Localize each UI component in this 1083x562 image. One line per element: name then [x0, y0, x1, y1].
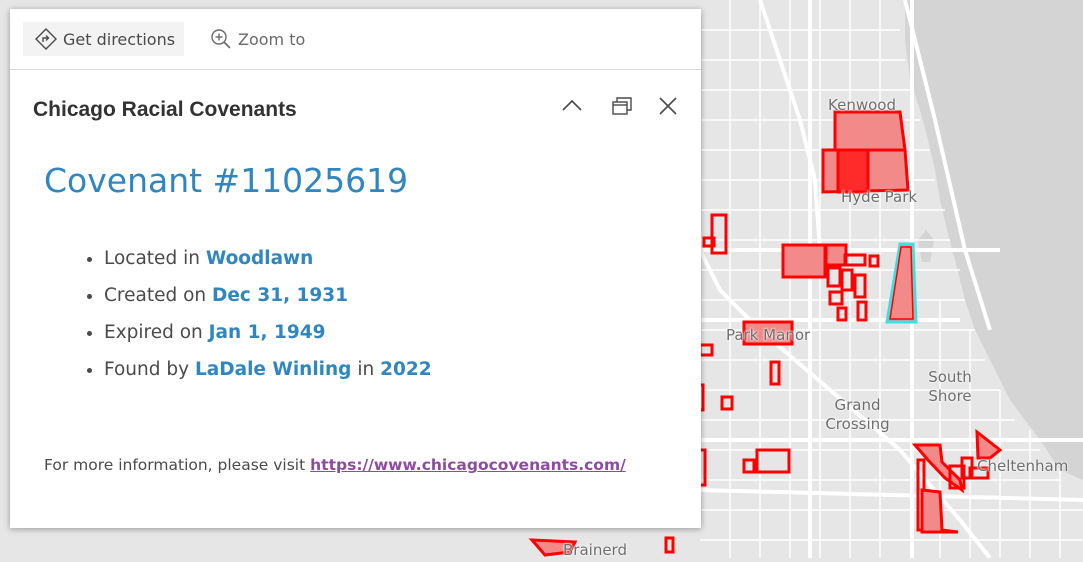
fact-created: Created on Dec 31, 1931 [104, 277, 432, 314]
dock-icon [612, 97, 632, 115]
directions-icon [35, 28, 57, 50]
get-directions-button[interactable]: Get directions [23, 22, 185, 56]
fact-found-prefix: Found by [104, 359, 190, 380]
found-year-value: 2022 [380, 359, 432, 380]
fact-in-word: in [357, 359, 375, 380]
fact-created-prefix: Created on [104, 285, 207, 306]
get-directions-label: Get directions [63, 29, 176, 49]
more-info-text: For more information, please visit [44, 456, 306, 474]
covenant-parcel [833, 110, 907, 152]
fact-location: Located in Woodlawn [104, 240, 432, 277]
dock-button[interactable] [607, 91, 637, 121]
expired-date-value: Jan 1, 1949 [208, 322, 326, 343]
feature-popup: Get directions Zoom to Chicago Racial Co… [10, 9, 701, 528]
covenant-parcel [824, 243, 848, 267]
fact-expired-prefix: Expired on [104, 322, 203, 343]
zoom-to-label: Zoom to [238, 29, 306, 49]
created-date-value: Dec 31, 1931 [212, 285, 349, 306]
map-label-cheltenham: Cheltenham [977, 457, 1069, 475]
finder-value: LaDale Winling [194, 359, 352, 380]
popup-title: Chicago Racial Covenants [33, 98, 297, 121]
map-label-kenwood: Kenwood [828, 96, 896, 114]
popup-toolbar: Get directions Zoom to [10, 9, 701, 70]
collapse-button[interactable] [557, 91, 587, 121]
zoom-to-button[interactable]: Zoom to [203, 22, 311, 56]
more-info-link[interactable]: https://www.chicagocovenants.com/ [310, 456, 626, 474]
covenant-heading: Covenant #11025619 [44, 161, 409, 200]
covenant-parcel [781, 243, 827, 279]
map-label-hyde-park: Hyde Park [841, 188, 918, 206]
covenant-parcel [836, 148, 870, 194]
map-label-south-shore: South Shore [928, 368, 972, 405]
map-label-grand-crossing: Grand Crossing [825, 396, 890, 433]
map-label-brainerd: Brainerd [563, 541, 627, 559]
map-label-park-manor: Park Manor [726, 326, 811, 344]
chevron-up-icon [562, 99, 582, 111]
fact-found-by: Found by LaDale Winling in 2022 [104, 351, 432, 388]
neighborhood-value: Woodlawn [205, 248, 314, 269]
zoom-in-icon [211, 29, 231, 49]
fact-location-prefix: Located in [104, 248, 200, 269]
fact-expired: Expired on Jan 1, 1949 [104, 314, 432, 351]
close-button[interactable] [653, 91, 683, 121]
more-info: For more information, please visit https… [44, 456, 626, 474]
close-icon [659, 97, 677, 115]
covenant-facts-list: Located in Woodlawn Created on Dec 31, 1… [44, 240, 432, 388]
